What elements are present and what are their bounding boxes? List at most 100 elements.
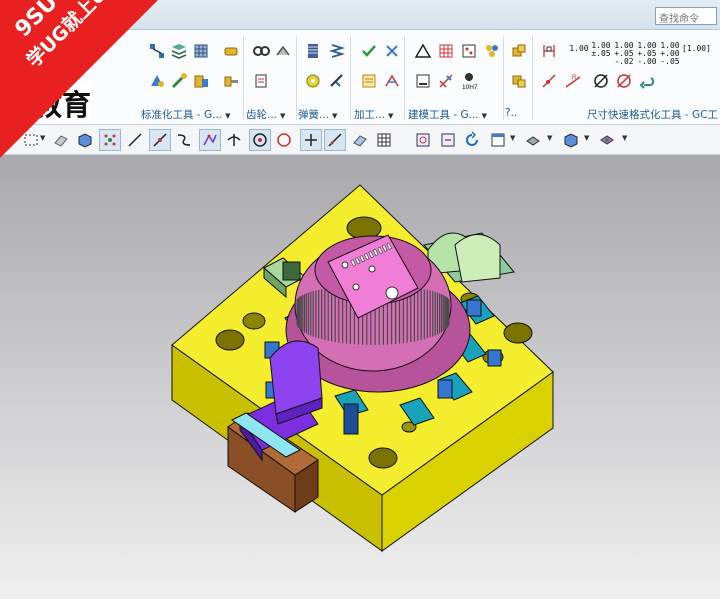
- standard-part-icon[interactable]: [146, 40, 168, 62]
- fit-label: 10H7: [462, 84, 478, 91]
- right-slider-arch-2: [454, 234, 501, 283]
- control-point-icon[interactable]: [199, 129, 221, 151]
- ribbon-group-misc-label[interactable]: ?..: [505, 107, 517, 119]
- point-on-curve-icon[interactable]: [300, 129, 322, 151]
- blue-pin: [343, 403, 359, 435]
- ribbon-group-gear-label[interactable]: 齿轮... ▼: [246, 107, 285, 122]
- blue-pin: [487, 349, 502, 367]
- ribbon-separator: [404, 36, 405, 120]
- gear-calc-icon[interactable]: [250, 70, 272, 92]
- spring-compress-icon[interactable]: [302, 40, 324, 62]
- ribbon: 标准化工具 - G... ▼ 齿轮... ▼ 弹簧... ▼ 加工... ▼ 10H7 …: [0, 30, 720, 125]
- ribbon-group-machining-label[interactable]: 加工... ▼: [354, 107, 393, 122]
- spring-coil-icon[interactable]: [302, 70, 324, 92]
- display-mode-icon[interactable]: [596, 129, 618, 151]
- ribbon-separator: [532, 36, 533, 120]
- toolpath-icon[interactable]: [381, 70, 403, 92]
- diameter-icon[interactable]: [590, 70, 612, 92]
- line-snap-icon[interactable]: [124, 129, 146, 151]
- ribbon-group-spring-label[interactable]: 弹簧... ▼: [298, 107, 337, 122]
- dim-format-button[interactable]: 1.00 +.00 -.05: [659, 42, 681, 66]
- cluster-icon[interactable]: [481, 40, 503, 62]
- dim-format-button[interactable]: 1.00 +.05 -.02: [613, 42, 635, 66]
- plate-hole: [242, 312, 266, 330]
- grid-icon[interactable]: [373, 129, 395, 151]
- command-search-input[interactable]: 查找命令: [655, 7, 717, 25]
- dim-format-button[interactable]: [1.00]: [682, 45, 711, 53]
- dropdown-arrow-icon[interactable]: ▼: [584, 134, 589, 142]
- dim-format-button[interactable]: 1.00 ±.05: [590, 42, 612, 58]
- ribbon-separator: [243, 36, 244, 120]
- gear-mesh-icon[interactable]: [272, 40, 294, 62]
- selection-toolbar: ▼ ▼ ▼ ▼ ▼: [0, 125, 720, 155]
- rotate-icon[interactable]: [461, 129, 483, 151]
- center-snap-icon[interactable]: [249, 129, 271, 151]
- hole-part-icon[interactable]: [146, 70, 168, 92]
- bolt-part-icon[interactable]: [220, 70, 242, 92]
- layers-icon[interactable]: [168, 40, 190, 62]
- point-on-line-icon[interactable]: [324, 129, 346, 151]
- surface-point-icon[interactable]: [349, 129, 371, 151]
- dim-format-button[interactable]: 1.00 +.05 -.00: [636, 42, 658, 66]
- dim-format-button[interactable]: 1.00: [568, 45, 590, 53]
- gear-pair-icon[interactable]: [250, 40, 272, 62]
- dark-green-knob: [282, 261, 301, 281]
- spring-extend-icon[interactable]: [326, 40, 348, 62]
- document-icon[interactable]: [412, 70, 434, 92]
- face-select-icon[interactable]: [50, 129, 72, 151]
- graphics-viewport[interactable]: [0, 155, 720, 599]
- ribbon-separator: [350, 36, 351, 120]
- endpoint-snap-icon[interactable]: [149, 129, 171, 151]
- zoom-icon[interactable]: [437, 129, 459, 151]
- ejector-icon[interactable]: [168, 70, 190, 92]
- triangle-icon[interactable]: [412, 40, 434, 62]
- dashed-select-icon[interactable]: [20, 129, 42, 151]
- undo-arrow-icon[interactable]: [636, 70, 658, 92]
- blue-pin: [466, 299, 482, 317]
- dimension-frame-icon[interactable]: [538, 40, 560, 62]
- blue-pin: [437, 379, 453, 399]
- core-hole: [352, 283, 360, 291]
- body-select-icon[interactable]: [74, 129, 96, 151]
- dropdown-arrow-icon[interactable]: ▼: [40, 134, 45, 142]
- hole-fit-icon[interactable]: 10H7: [458, 70, 480, 92]
- render-style-icon[interactable]: [522, 129, 544, 151]
- layout-icon[interactable]: [487, 129, 509, 151]
- cylinder-part-icon[interactable]: [190, 70, 212, 92]
- dropdown-arrow-icon[interactable]: ▼: [547, 134, 552, 142]
- assembly-alt-icon[interactable]: [508, 70, 530, 92]
- operation-list-icon[interactable]: [358, 70, 380, 92]
- mold-assembly-model[interactable]: [0, 155, 720, 599]
- core-hole: [385, 286, 399, 300]
- view-orient-icon[interactable]: [560, 129, 582, 151]
- table-icon[interactable]: [435, 40, 457, 62]
- chamfer-icon[interactable]: [435, 70, 457, 92]
- dim-radius-icon[interactable]: [538, 70, 560, 92]
- intersection-icon[interactable]: [223, 129, 245, 151]
- dim-angle-icon[interactable]: R: [562, 70, 584, 92]
- assembly-icon[interactable]: [508, 40, 530, 62]
- svg-text:R: R: [572, 75, 577, 81]
- cutter-icon[interactable]: [381, 40, 403, 62]
- spring-tool-icon[interactable]: [326, 70, 348, 92]
- ribbon-group-modeling-label[interactable]: 建模工具 - G... ▼: [408, 107, 487, 122]
- check-machining-icon[interactable]: [358, 40, 380, 62]
- database-icon[interactable]: [190, 40, 212, 62]
- dropdown-arrow-icon[interactable]: ▼: [510, 134, 515, 142]
- diameter-red-icon[interactable]: [613, 70, 635, 92]
- ribbon-separator: [296, 36, 297, 120]
- quadrant-icon[interactable]: [273, 129, 295, 151]
- ribbon-group-dimension-label[interactable]: 尺寸快速格式化工具 - GC工: [587, 107, 718, 122]
- core-hole: [341, 261, 349, 269]
- plate-hole: [503, 322, 533, 344]
- pattern-icon[interactable]: [458, 40, 480, 62]
- key-part-icon[interactable]: [220, 40, 242, 62]
- dropdown-arrow-icon[interactable]: ▼: [622, 134, 627, 142]
- ribbon-group-standard-label[interactable]: 标准化工具 - G... ▼: [141, 107, 231, 122]
- curve-snap-icon[interactable]: [173, 129, 195, 151]
- plate-hole: [368, 447, 398, 469]
- snap-point-icon[interactable]: [99, 129, 121, 151]
- fit-view-icon[interactable]: [412, 129, 434, 151]
- core-hole: [368, 265, 376, 273]
- ribbon-separator: [503, 36, 504, 120]
